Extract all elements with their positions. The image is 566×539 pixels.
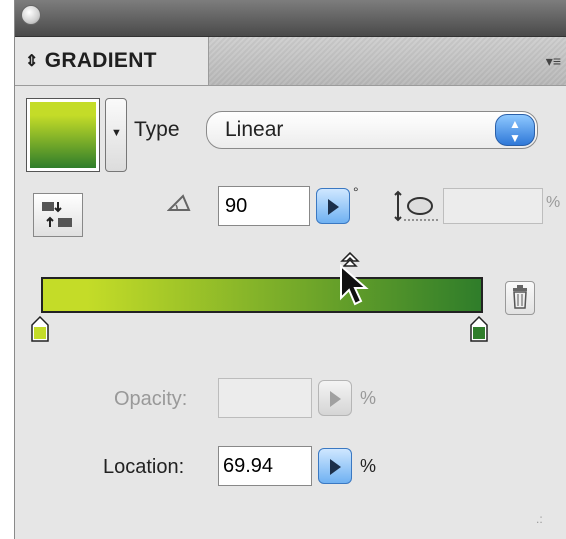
aspect-percent-symbol: % bbox=[546, 194, 561, 211]
angle-input[interactable] bbox=[218, 186, 310, 226]
location-percent-symbol: % bbox=[360, 456, 377, 476]
panel-menu-icon[interactable]: ▾≡ bbox=[546, 53, 561, 70]
opacity-percent-symbol: % bbox=[360, 388, 377, 408]
chevron-down-icon: ▼ bbox=[111, 127, 122, 139]
gradient-slider[interactable] bbox=[41, 277, 483, 313]
location-label: Location: bbox=[103, 456, 185, 478]
tab-row: ⇕ GRADIENT ▾≡ bbox=[15, 37, 566, 86]
reverse-gradient-icon bbox=[42, 202, 72, 227]
tab-gradient[interactable]: ⇕ GRADIENT bbox=[15, 37, 209, 85]
close-icon[interactable] bbox=[21, 5, 41, 25]
color-stop-left-fill bbox=[34, 327, 46, 339]
type-label: Type bbox=[134, 118, 180, 141]
opacity-stepper-button bbox=[318, 380, 352, 416]
type-select-value: Linear bbox=[225, 118, 284, 141]
tab-label: GRADIENT bbox=[44, 49, 157, 72]
reverse-gradient-button[interactable] bbox=[33, 193, 83, 237]
stepper-icon[interactable]: ▲ ▼ bbox=[495, 114, 535, 146]
tab-collapse-icon[interactable]: ⇕ bbox=[25, 51, 39, 71]
angle-icon bbox=[167, 194, 191, 211]
opacity-input bbox=[218, 378, 312, 418]
play-icon bbox=[328, 199, 339, 215]
color-stop-right-fill bbox=[473, 327, 485, 339]
aspect-ratio-input bbox=[443, 188, 543, 224]
swatch-menu-button[interactable]: ▼ bbox=[105, 98, 127, 172]
gradient-swatch-fill bbox=[30, 102, 96, 168]
aspect-ratio-icon bbox=[394, 190, 438, 222]
pointer-cursor-icon bbox=[340, 264, 369, 306]
panel-titlebar[interactable] bbox=[15, 0, 566, 37]
location-input[interactable] bbox=[218, 446, 312, 486]
color-stop-left[interactable] bbox=[31, 316, 49, 342]
delete-stop-button[interactable] bbox=[505, 281, 535, 315]
location-stepper-button[interactable] bbox=[318, 448, 352, 484]
type-select[interactable]: Linear ▲ ▼ bbox=[206, 111, 538, 149]
trash-icon bbox=[513, 285, 527, 309]
angle-stepper-button[interactable] bbox=[316, 188, 350, 224]
resize-grip-icon[interactable]: .: bbox=[536, 512, 543, 526]
degree-symbol: ° bbox=[353, 184, 359, 200]
gradient-swatch[interactable] bbox=[26, 98, 100, 172]
play-icon bbox=[330, 459, 341, 475]
play-icon bbox=[330, 391, 341, 407]
opacity-label: Opacity: bbox=[114, 388, 188, 410]
color-stop-right[interactable] bbox=[470, 316, 488, 342]
